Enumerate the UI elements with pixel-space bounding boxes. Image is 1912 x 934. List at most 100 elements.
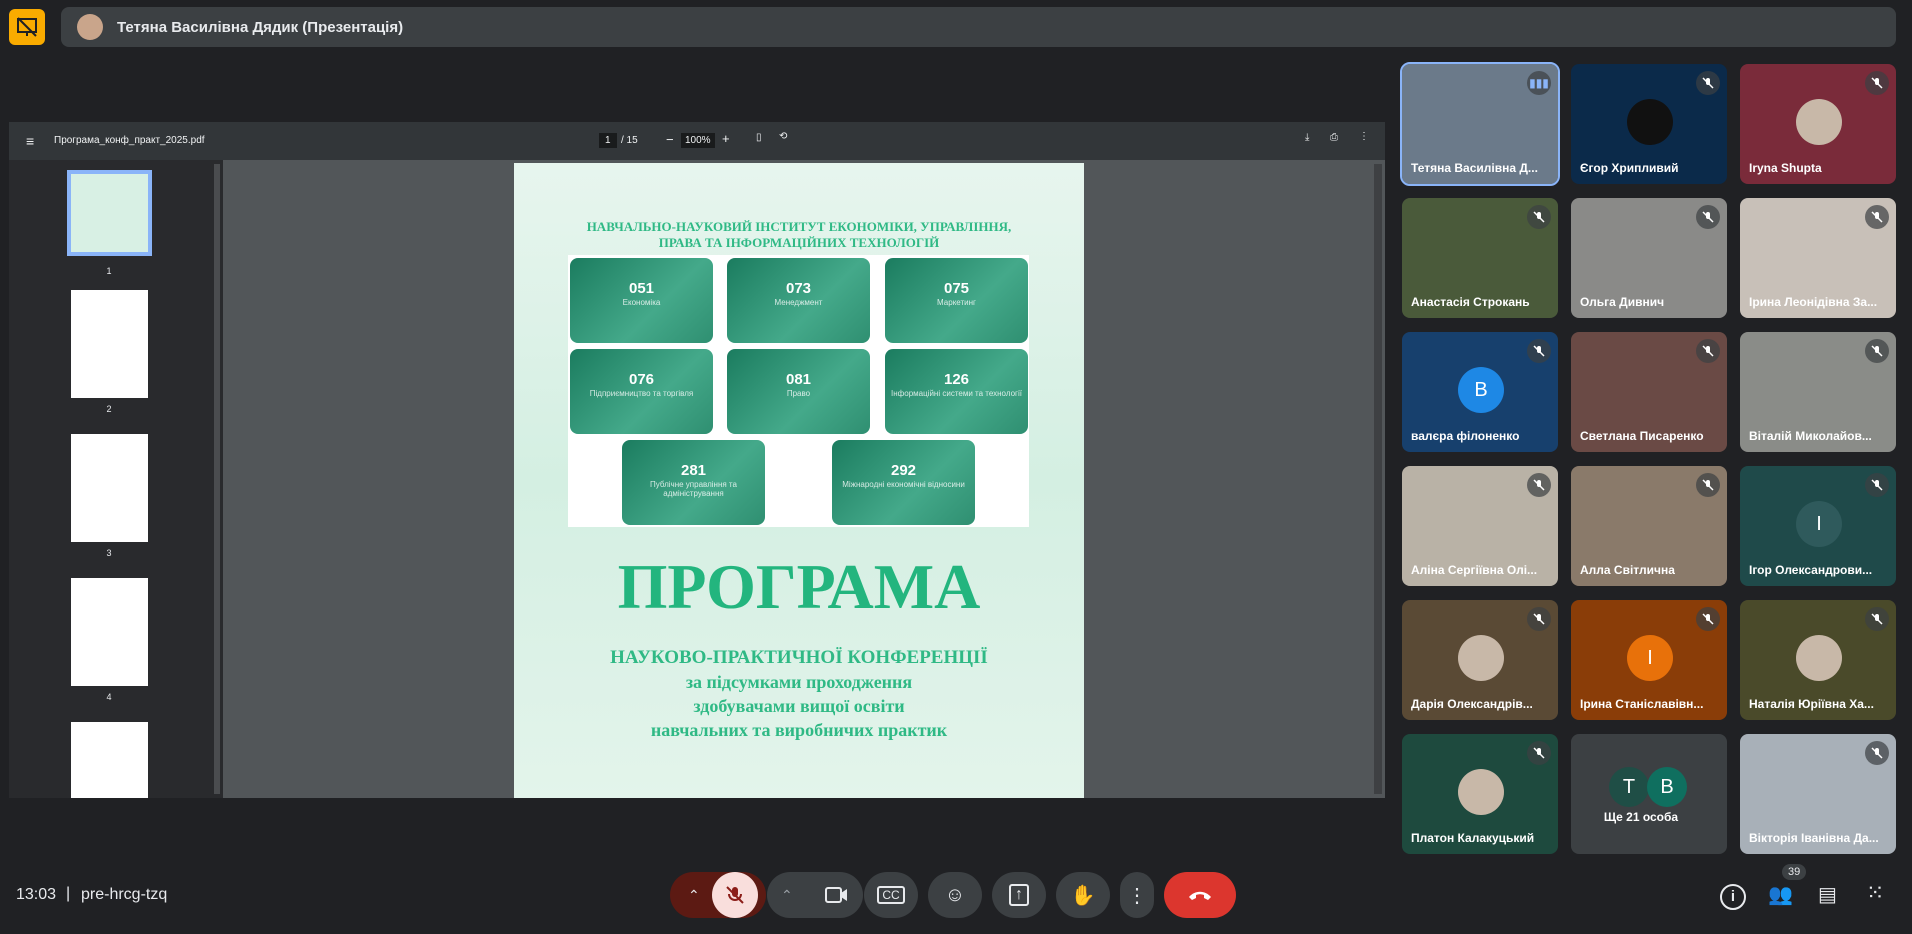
more-vert-icon[interactable]: ⋮ — [1359, 131, 1369, 142]
thumbnail-4[interactable] — [71, 578, 148, 686]
thumbnail-5[interactable] — [71, 722, 148, 798]
zoom-out-icon[interactable]: − — [666, 132, 674, 147]
participant-name: Вікторія Іванівна Да... — [1749, 831, 1879, 845]
zoom-in-icon[interactable]: + — [722, 131, 730, 146]
avatar — [1458, 635, 1504, 681]
mic-off-icon — [1865, 741, 1889, 765]
clock: 13:03 — [16, 886, 57, 903]
mic-off-icon — [1865, 607, 1889, 631]
participant-tile[interactable]: Iryna Shupta — [1740, 64, 1896, 184]
specialty-tile: 281 Публічне управління та адмініструванн… — [622, 440, 765, 525]
page-total: / 15 — [621, 135, 638, 146]
participant-tile[interactable]: І Ігор Олександрови... — [1740, 466, 1896, 586]
avatar — [77, 14, 103, 40]
print-icon[interactable]: ⎙ — [1330, 132, 1338, 143]
people-icon[interactable]: 👥 — [1768, 882, 1793, 907]
avatar: В — [1458, 367, 1504, 413]
participant-name: Ігор Олександрови... — [1749, 563, 1873, 577]
participant-name: Ірина Леонідівна За... — [1749, 295, 1878, 309]
raise-hand-button[interactable]: ✋ — [1056, 872, 1110, 918]
participant-tile[interactable]: ▮▮▮ Тетяна Василівна Д... — [1400, 62, 1560, 186]
sidebar-scrollbar[interactable] — [214, 164, 220, 794]
leave-call-button[interactable] — [1164, 872, 1236, 918]
videocam-icon — [825, 887, 847, 903]
participant-tile[interactable]: Алла Світлична — [1571, 466, 1727, 586]
participant-tile[interactable]: І Ірина Станіславівн... — [1571, 600, 1727, 720]
camera-button[interactable]: ⌃ — [767, 872, 863, 918]
participant-name: Дарія Олександрів... — [1411, 697, 1533, 711]
avatar: І — [1796, 501, 1842, 547]
participant-tile[interactable]: Єгор Хрипливий — [1571, 64, 1727, 184]
participant-tile[interactable]: Ольга Дивнич — [1571, 198, 1727, 318]
participant-tile[interactable]: Светлана Писаренко — [1571, 332, 1727, 452]
participant-name: Ірина Станіславівн... — [1580, 697, 1704, 711]
mic-off-icon — [1527, 205, 1551, 229]
rotate-icon[interactable]: ⟲ — [779, 131, 787, 142]
present-button[interactable]: ↑ — [992, 872, 1046, 918]
specialty-tile: 076 Підприємництво та торгівля — [570, 349, 713, 434]
microphone-button[interactable] — [712, 872, 758, 918]
thumbnail-3[interactable] — [71, 434, 148, 542]
emoji-icon: ☺ — [944, 883, 966, 906]
main-scrollbar[interactable] — [1374, 164, 1382, 794]
participant-tile[interactable]: Платон Калакуцький — [1402, 734, 1558, 854]
participant-tile[interactable]: Анастасія Строкань — [1402, 198, 1558, 318]
zoom-input[interactable]: 100% — [681, 133, 715, 148]
avatar: І — [1627, 635, 1673, 681]
specialty-tile: 292 Міжнародні економічні відносини — [832, 440, 975, 525]
fit-page-icon[interactable]: ▯ — [756, 132, 762, 143]
chat-icon[interactable]: ▤ — [1818, 882, 1837, 907]
specialty-tile: 051 Економіка — [570, 258, 713, 343]
avatar — [1796, 635, 1842, 681]
participant-name: Наталія Юріївна Ха... — [1749, 697, 1874, 711]
program-subtitle-2: за підсумками проходження — [685, 672, 913, 692]
participant-tile[interactable]: Ввалєра філоненко — [1402, 332, 1558, 452]
thumbnail-2[interactable] — [71, 290, 148, 398]
mic-off-icon — [1527, 473, 1551, 497]
hand-icon: ✋ — [1070, 884, 1096, 907]
apps-icon[interactable]: ⁙ — [1866, 880, 1884, 906]
program-subtitle-1: НАУКОВО-ПРАКТИЧНОЇ КОНФЕРЕНЦІЇ — [610, 647, 988, 668]
avatar: В — [1647, 767, 1687, 807]
specialty-tile: 126 Інформаційні системи та технології — [885, 349, 1028, 434]
page-number-input[interactable]: 1 — [599, 133, 617, 148]
participant-name: валєра філоненко — [1411, 429, 1520, 443]
participant-name: Платон Калакуцький — [1411, 831, 1535, 845]
participant-tile[interactable]: Аліна Сергіївна Олі... — [1402, 466, 1558, 586]
mic-off-icon — [1696, 205, 1720, 229]
pdf-page: НАВЧАЛЬНО-НАУКОВИЙ ІНСТИТУТ ЕКОНОМІКИ, У… — [514, 163, 1084, 798]
participant-tile[interactable]: Вікторія Іванівна Да... — [1740, 734, 1896, 854]
institute-heading-2: ПРАВА ТА ІНФОРМАЦІЙНИХ ТЕХНОЛОГІЙ — [658, 235, 940, 250]
people-count-badge: 39 — [1782, 864, 1807, 880]
program-subtitle-3: здобувачами вищої освіти — [693, 696, 905, 716]
meeting-info-icon[interactable]: i — [1720, 884, 1746, 910]
speaking-icon: ▮▮▮ — [1527, 71, 1551, 95]
call-end-icon — [1189, 891, 1211, 900]
participant-tile[interactable]: Дарія Олександрів... — [1402, 600, 1558, 720]
mic-off-icon — [1696, 71, 1720, 95]
participant-name: Аліна Сергіївна Олі... — [1411, 563, 1538, 577]
download-icon[interactable]: ⤓ — [1305, 132, 1309, 143]
participant-tile[interactable]: Т В Ще 21 особа — [1571, 734, 1727, 854]
participant-name: Анастасія Строкань — [1411, 295, 1530, 309]
captions-button[interactable]: CC — [864, 872, 918, 918]
thumbnail-label: 1 — [106, 266, 112, 276]
mic-off-icon — [1696, 339, 1720, 363]
avatar: Т — [1609, 767, 1649, 807]
mic-off-icon — [1527, 741, 1551, 765]
menu-icon[interactable]: ≡ — [26, 133, 34, 149]
thumbnail-label: 4 — [106, 692, 112, 702]
more-options-button[interactable]: ⋮ — [1120, 872, 1154, 918]
institute-heading: НАВЧАЛЬНО-НАУКОВИЙ ІНСТИТУТ ЕКОНОМІКИ, У… — [586, 219, 1012, 234]
mic-off-icon — [1865, 205, 1889, 229]
chevron-up-icon: ⌃ — [781, 886, 793, 903]
participant-tile[interactable]: Ірина Леонідівна За... — [1740, 198, 1896, 318]
participant-name: Тетяна Василівна Д... — [1411, 161, 1538, 175]
participant-name: Віталій Миколайов... — [1749, 429, 1872, 443]
present-off-icon[interactable] — [9, 9, 45, 45]
thumbnail-1[interactable] — [67, 170, 152, 256]
participant-tile[interactable]: Віталій Миколайов... — [1740, 332, 1896, 452]
participant-tile[interactable]: Наталія Юріївна Ха... — [1740, 600, 1896, 720]
mic-off-icon — [1696, 607, 1720, 631]
reactions-button[interactable]: ☺ — [928, 872, 982, 918]
